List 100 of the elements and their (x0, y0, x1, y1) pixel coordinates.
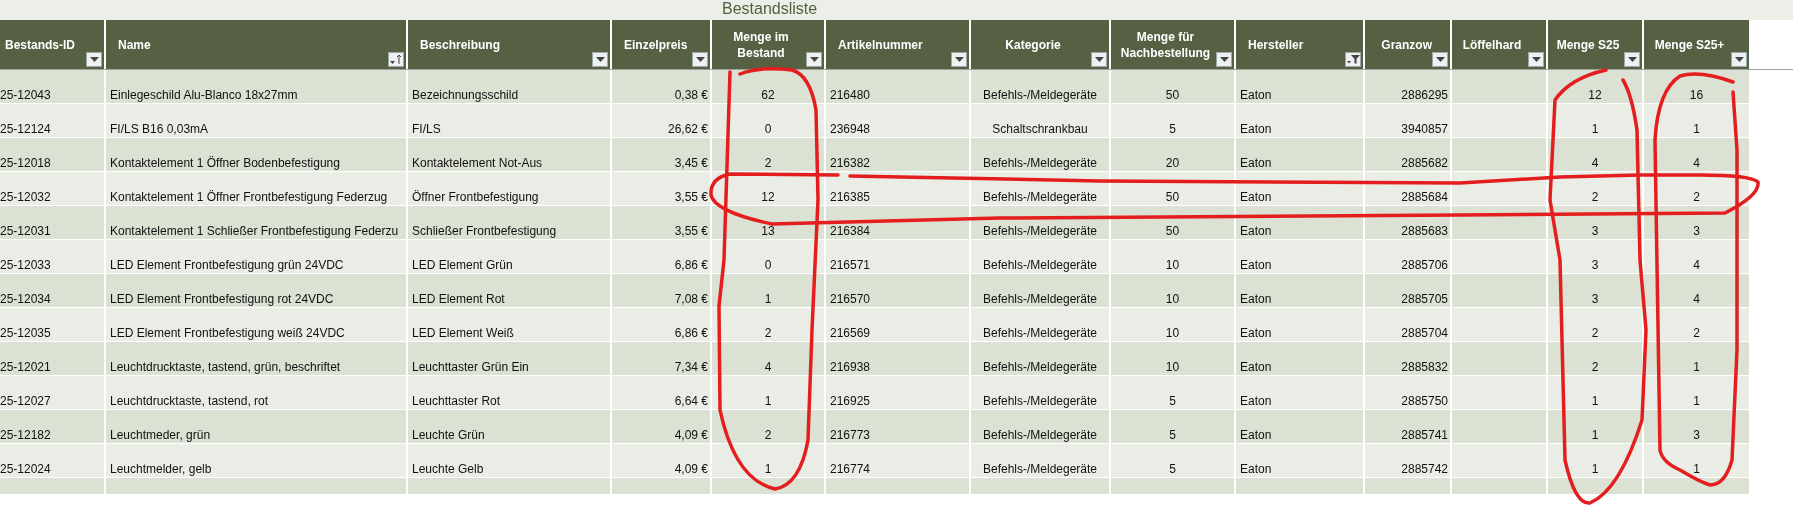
caret-icon (1435, 57, 1445, 62)
table-cell: 10 (1111, 274, 1236, 308)
table-cell: 25-12018 (0, 138, 106, 172)
table-cell: 6,86 € (612, 240, 712, 274)
table-cell: 10 (1111, 342, 1236, 376)
column-title: Name (118, 36, 151, 53)
caret-icon (954, 57, 964, 62)
table-cell: Befehls-/Meldegeräte (971, 274, 1111, 308)
table-cell: 216382 (826, 138, 971, 172)
table-cell: 5 (1111, 410, 1236, 444)
table-cell: 1 (1644, 104, 1751, 138)
table-cell: 6,64 € (612, 376, 712, 410)
table-cell: 7,34 € (612, 342, 712, 376)
table-cell: 2 (712, 410, 826, 444)
table-cell: Eaton (1236, 376, 1365, 410)
table-cell: Kontaktelement Not-Aus (408, 138, 612, 172)
table-cell: Befehls-/Meldegeräte (971, 308, 1111, 342)
filter-button[interactable] (1528, 52, 1544, 67)
table-cell: 0,38 € (612, 70, 712, 104)
column-title: Beschreibung (420, 36, 500, 53)
table-cell: Leuchtmeder, grün (106, 410, 408, 444)
table-cell: 3,55 € (612, 206, 712, 240)
table-cell: 3 (1548, 240, 1644, 274)
table-cell: 1 (1644, 342, 1751, 376)
filter-button[interactable] (1624, 52, 1640, 67)
table-cell: 25-12021 (0, 342, 106, 376)
filter-button[interactable] (951, 52, 967, 67)
table-cell: 2 (712, 138, 826, 172)
table-cell: 25-12043 (0, 70, 106, 104)
table-cell: 6,86 € (612, 308, 712, 342)
table-cell: 2885684 (1365, 172, 1452, 206)
sort-button[interactable] (388, 52, 404, 67)
filter-button[interactable] (1731, 52, 1747, 67)
table-cell: 1 (1548, 410, 1644, 444)
table-cell: Leuchttaster Rot (408, 376, 612, 410)
filter-button[interactable] (1432, 52, 1448, 67)
table-cell: 25-12182 (0, 410, 106, 444)
table-cell: 2885705 (1365, 274, 1452, 308)
filter-icon (1346, 54, 1360, 65)
table-cell: 216774 (826, 444, 971, 478)
table-cell: Befehls-/Meldegeräte (971, 138, 1111, 172)
table-cell: 25-12034 (0, 274, 106, 308)
column-title: Kategorie (1005, 36, 1061, 53)
table-cell: Eaton (1236, 70, 1365, 104)
table-cell: 4 (1644, 240, 1751, 274)
table-cell: 2885706 (1365, 240, 1452, 274)
table-cell: 1 (1548, 444, 1644, 478)
table-cell: 25-12124 (0, 104, 106, 138)
table-cell: Eaton (1236, 308, 1365, 342)
table-cell: 12 (1548, 70, 1644, 104)
caret-icon (89, 57, 99, 62)
table-cell: Befehls-/Meldegeräte (971, 172, 1111, 206)
table-cell: 2885682 (1365, 138, 1452, 172)
table-cell: Leuchtdrucktaste, tastend, grün, beschriftet (106, 342, 408, 376)
table-cell: Befehls-/Meldegeräte (971, 376, 1111, 410)
table-cell: 1 (712, 376, 826, 410)
table-cell: Leuchte Gelb (408, 444, 612, 478)
caret-icon (1094, 57, 1104, 62)
table-cell: 25-12024 (0, 444, 106, 478)
table-cell: LED Element Frontbefestigung grün 24VDC (106, 240, 408, 274)
caret-icon (595, 57, 605, 62)
table-cell: 2 (712, 308, 826, 342)
filter-button[interactable] (1091, 52, 1107, 67)
filter-button[interactable] (692, 52, 708, 67)
filter-button[interactable] (86, 52, 102, 67)
table-cell: 3,55 € (612, 172, 712, 206)
filter-button[interactable] (1216, 52, 1232, 67)
table-cell: 2885750 (1365, 376, 1452, 410)
table-cell: 2886295 (1365, 70, 1452, 104)
table-cell: LED Element Weiß (408, 308, 612, 342)
table-cell: 2 (1548, 308, 1644, 342)
filter-button[interactable] (806, 52, 822, 67)
table-cell: Eaton (1236, 138, 1365, 172)
table-cell: 216925 (826, 376, 971, 410)
table-cell: 2 (1548, 342, 1644, 376)
table-cell: Kontaktelement 1 Öffner Frontbefestigung Federzug (106, 172, 408, 206)
table-cell: Befehls-/Meldegeräte (971, 444, 1111, 478)
table-cell: Eaton (1236, 206, 1365, 240)
column-title: Artikelnummer (838, 36, 923, 53)
table-cell: LED Element Frontbefestigung rot 24VDC (106, 274, 408, 308)
filter-button[interactable] (592, 52, 608, 67)
table-cell: 216571 (826, 240, 971, 274)
table-cell: 1 (1644, 376, 1751, 410)
table-cell: 2885832 (1365, 342, 1452, 376)
column-title: Menge im Bestand (732, 28, 790, 61)
table-cell: 5 (1111, 444, 1236, 478)
filter-button[interactable] (1345, 52, 1361, 67)
table-cell: 216385 (826, 172, 971, 206)
table-cell: Eaton (1236, 104, 1365, 138)
table-cell: 4 (1644, 138, 1751, 172)
table-cell: FI/LS B16 0,03mA (106, 104, 408, 138)
table-cell: Eaton (1236, 172, 1365, 206)
table-cell: 3 (1644, 410, 1751, 444)
table-cell: 25-12032 (0, 172, 106, 206)
caret-icon (1627, 57, 1637, 62)
caret-icon (1219, 57, 1229, 62)
table-cell: 50 (1111, 206, 1236, 240)
table-cell: 4,09 € (612, 410, 712, 444)
table-cell: 1 (1548, 104, 1644, 138)
table-cell: 216773 (826, 410, 971, 444)
